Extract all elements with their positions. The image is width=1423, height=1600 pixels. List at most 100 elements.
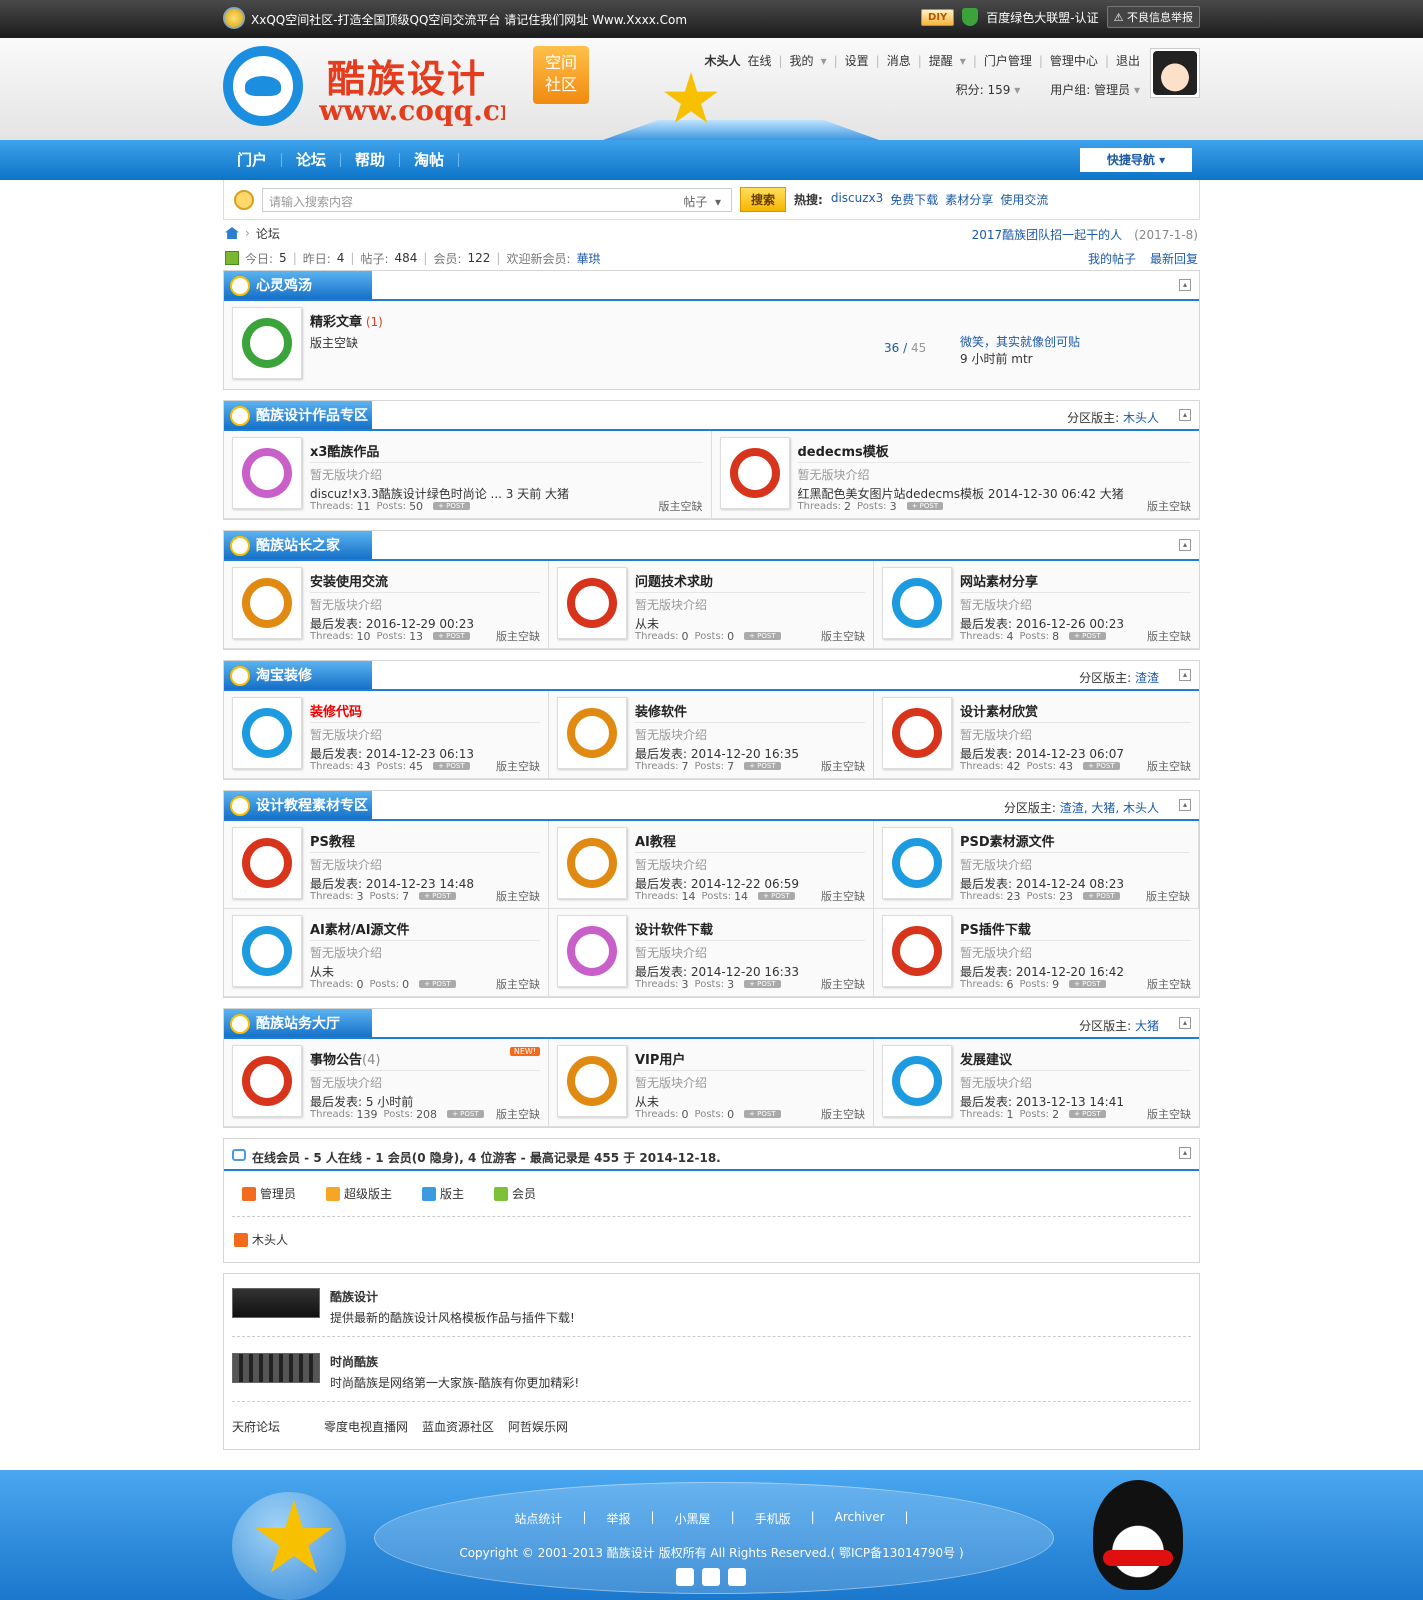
link-banner[interactable] xyxy=(232,1353,320,1383)
post-button[interactable]: + POST xyxy=(447,1110,484,1118)
notice-link[interactable]: 2017酷族团队招一起干的人 xyxy=(972,228,1123,242)
forum-icon[interactable] xyxy=(232,697,302,769)
moderator-link[interactable]: 木头人 xyxy=(1123,411,1159,425)
menu-logout[interactable]: 退出 xyxy=(1116,52,1140,69)
moderator-link[interactable]: 渣渣, 大猪, 木头人 xyxy=(1060,801,1159,815)
collapse-icon[interactable]: ▴ xyxy=(1179,279,1191,291)
forum-name[interactable]: 设计素材欣赏 xyxy=(960,701,1191,723)
hot-link[interactable]: 使用交流 xyxy=(1000,191,1048,208)
hot-link[interactable]: discuzx3 xyxy=(831,191,883,208)
category-title[interactable]: 酷族站长之家 xyxy=(224,531,372,559)
last-post-link[interactable]: 微笑，其实就像创可贴 xyxy=(960,335,1080,349)
forum-icon[interactable] xyxy=(557,915,627,987)
link-item[interactable]: 时尚酷族 时尚酷族是网络第一大家族-酷族有你更加精彩! xyxy=(232,1349,1191,1402)
post-button[interactable]: + POST xyxy=(419,892,456,900)
link-item[interactable]: 酷族设计 提供最新的酷族设计风格模板作品与插件下载! xyxy=(232,1284,1191,1337)
forum-icon[interactable] xyxy=(232,915,302,987)
nav-collections[interactable]: 淘帖 xyxy=(400,153,460,168)
nav-forum[interactable]: 论坛 xyxy=(282,153,342,168)
collapse-icon[interactable]: ▴ xyxy=(1179,409,1191,421)
forum-icon[interactable] xyxy=(882,827,952,899)
forum-icon[interactable] xyxy=(232,307,302,379)
report-button[interactable]: ⚠ 不良信息举报 xyxy=(1106,6,1200,28)
post-button[interactable]: + POST xyxy=(1069,632,1106,640)
category-title[interactable]: 淘宝装修 xyxy=(224,661,372,689)
post-button[interactable]: + POST xyxy=(744,632,781,640)
post-button[interactable]: + POST xyxy=(1069,980,1106,988)
search-input[interactable]: 请输入搜索内容 帖子 ▾ xyxy=(262,187,732,212)
forum-icon[interactable] xyxy=(557,697,627,769)
usergroup-menu[interactable]: 用户组: 管理员 ▾ xyxy=(1050,81,1140,98)
forum-name[interactable]: 事物公告(4) xyxy=(310,1049,540,1071)
post-button[interactable]: + POST xyxy=(744,762,781,770)
forum-icon[interactable] xyxy=(882,1045,952,1117)
points-menu[interactable]: 积分: 159 ▾ xyxy=(956,81,1021,98)
search-type-select[interactable]: 帖子 ▾ xyxy=(683,193,721,210)
security-icon[interactable] xyxy=(702,1568,720,1586)
forum-icon[interactable] xyxy=(557,567,627,639)
menu-my[interactable]: 我的 xyxy=(790,52,814,69)
forum-name[interactable]: AI教程 xyxy=(635,831,865,853)
username-link[interactable]: 木头人 xyxy=(704,52,740,69)
forum-name[interactable]: 发展建议 xyxy=(960,1049,1191,1071)
forum-icon[interactable] xyxy=(557,1045,627,1117)
menu-messages[interactable]: 消息 xyxy=(887,52,911,69)
forum-icon[interactable] xyxy=(882,915,952,987)
footer-link-mobile[interactable]: 手机版 xyxy=(755,1510,791,1527)
post-button[interactable]: + POST xyxy=(758,892,795,900)
moderator-link[interactable]: 渣渣 xyxy=(1135,671,1159,685)
logo-url[interactable]: www.coqq.cn xyxy=(319,94,505,127)
collapse-icon[interactable]: ▴ xyxy=(1179,669,1191,681)
forum-icon[interactable] xyxy=(232,437,302,509)
search-button[interactable]: 搜索 xyxy=(740,187,787,212)
text-link[interactable]: 天府论坛 xyxy=(232,1418,280,1435)
forum-name[interactable]: 安装使用交流 xyxy=(310,571,540,593)
forum-icon[interactable] xyxy=(232,827,302,899)
footer-link-stats[interactable]: 站点统计 xyxy=(514,1510,562,1527)
moderator-link[interactable]: 大猪 xyxy=(1135,1019,1159,1033)
forum-icon[interactable] xyxy=(557,827,627,899)
forum-name[interactable]: AI素材/AI源文件 xyxy=(310,919,540,941)
nav-portal[interactable]: 门户 xyxy=(223,153,283,168)
forum-name[interactable]: x3酷族作品 xyxy=(310,441,703,463)
post-button[interactable]: + POST xyxy=(906,502,944,510)
cnzz-icon[interactable] xyxy=(728,1568,746,1586)
forum-name[interactable]: VIP用户 xyxy=(635,1049,865,1071)
diy-button[interactable]: DIY xyxy=(921,8,955,26)
online-title[interactable]: 在线会员 - 5 人在线 - 1 会员(0 隐身), 4 位游客 - 最高记录是… xyxy=(252,1151,721,1165)
forum-name[interactable]: 设计软件下载 xyxy=(635,919,865,941)
home-icon[interactable] xyxy=(225,227,239,239)
post-button[interactable]: + POST xyxy=(419,980,456,988)
post-button[interactable]: + POST xyxy=(433,502,470,510)
menu-admin-center[interactable]: 管理中心 xyxy=(1050,52,1098,69)
forum-name[interactable]: 网站素材分享 xyxy=(960,571,1191,593)
forum-icon[interactable] xyxy=(882,697,952,769)
forum-icon[interactable] xyxy=(232,567,302,639)
category-title[interactable]: 设计教程素材专区 xyxy=(224,791,372,819)
forum-name[interactable]: 装修代码 xyxy=(310,701,540,723)
menu-reminders[interactable]: 提醒 xyxy=(929,52,953,69)
footer-link-blacklist[interactable]: 小黑屋 xyxy=(675,1510,711,1527)
hot-link[interactable]: 素材分享 xyxy=(945,191,993,208)
link-banner[interactable] xyxy=(232,1288,320,1318)
forum-name[interactable]: PS教程 xyxy=(310,831,540,853)
post-button[interactable]: + POST xyxy=(744,1110,781,1118)
collapse-icon[interactable]: ▴ xyxy=(1179,799,1191,811)
post-button[interactable]: + POST xyxy=(433,632,470,640)
online-user-link[interactable]: 木头人 xyxy=(252,1231,288,1248)
post-button[interactable]: + POST xyxy=(744,980,781,988)
forum-name[interactable]: 问题技术求助 xyxy=(635,571,865,593)
new-member-link[interactable]: 華珙 xyxy=(577,250,601,267)
forum-name[interactable]: 精彩文章 xyxy=(310,311,362,332)
footer-link-report[interactable]: 举报 xyxy=(606,1510,630,1527)
forum-name[interactable]: dedecms模板 xyxy=(797,441,1191,463)
post-button[interactable]: + POST xyxy=(1083,762,1120,770)
avatar[interactable] xyxy=(1150,48,1200,98)
forum-name[interactable]: 装修软件 xyxy=(635,701,865,723)
nav-help[interactable]: 帮助 xyxy=(341,153,401,168)
post-button[interactable]: + POST xyxy=(433,762,470,770)
menu-settings[interactable]: 设置 xyxy=(845,52,869,69)
link-name[interactable]: 时尚酷族 xyxy=(330,1353,579,1370)
text-link[interactable]: 蓝血资源社区 xyxy=(422,1418,494,1435)
my-posts-link[interactable]: 我的帖子 xyxy=(1088,250,1136,267)
